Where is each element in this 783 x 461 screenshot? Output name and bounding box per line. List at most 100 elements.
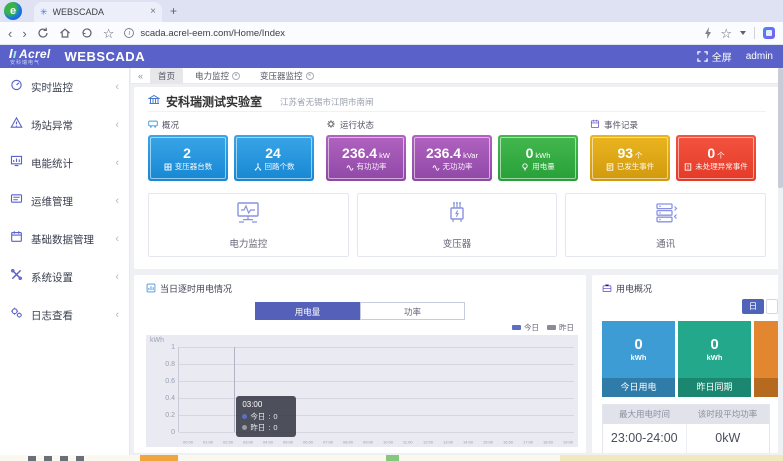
back-icon[interactable]: ‹ <box>8 27 12 40</box>
period-day-button[interactable]: 日 <box>742 299 764 314</box>
stat-card-unhandled-events[interactable]: 0个 未处理异常事件 <box>676 135 756 181</box>
doc-mini-icon <box>606 163 614 171</box>
app-header-right: 全屏 admin <box>697 49 773 64</box>
taskbar-icon[interactable] <box>60 456 68 461</box>
close-circle-icon[interactable]: × <box>306 72 314 80</box>
calendar-icon <box>10 230 23 248</box>
refresh-icon[interactable] <box>37 27 49 39</box>
stat-value: 0 <box>707 145 715 161</box>
nav-card-power-monitor[interactable]: 电力监控 <box>148 193 349 257</box>
stat-unit: kVar <box>463 151 478 160</box>
history-icon[interactable] <box>81 27 93 39</box>
status-gear-icon <box>326 119 336 131</box>
app-title: WEBSCADA <box>65 49 146 64</box>
acrel-logo[interactable]: Acrel 安科瑞电气 <box>10 48 51 66</box>
taskbar-icon[interactable] <box>44 456 52 461</box>
page-scrollbar[interactable] <box>778 68 783 455</box>
sidebar-item-label: 系统设置 <box>31 270 107 285</box>
sidebar-item-label: 场站异常 <box>31 118 107 133</box>
new-tab-button[interactable]: + <box>170 4 177 18</box>
bookmark-star-icon[interactable]: ☆ <box>103 27 115 40</box>
table-header-max-time: 最大用电时间 <box>603 405 686 424</box>
stats-group-overview: 概况 2 变压器台数 24 回路个数 <box>148 119 314 181</box>
stat-card-energy-usage[interactable]: 0kWh 用电量 <box>498 135 578 181</box>
taskbar-strip <box>0 455 783 461</box>
usage-label: 昨日同期 <box>678 378 751 397</box>
doc-tab-power-monitor[interactable]: 电力监控 × <box>187 68 248 84</box>
fullscreen-label: 全屏 <box>712 49 732 64</box>
chart-plot[interactable]: kWh 10.80.60.40.20 00:0001:0002:0003:000… <box>146 335 578 447</box>
nav-card-transformer[interactable]: 变压器 <box>357 193 558 257</box>
stat-card-transformer-count[interactable]: 2 变压器台数 <box>148 135 228 181</box>
stat-unit: 个 <box>635 151 643 160</box>
site-name: 安科瑞测试实验室 <box>166 93 262 110</box>
stat-value: 93 <box>617 145 633 161</box>
fullscreen-button[interactable]: 全屏 <box>697 49 732 64</box>
tab-close-icon[interactable]: × <box>150 7 156 17</box>
doc-tab-transformer-monitor[interactable]: 变压器监控 × <box>252 68 322 84</box>
translate-extension-icon[interactable] <box>763 27 775 39</box>
chevron-left-icon: ‹ <box>115 309 119 321</box>
taskbar-highlight-yellow <box>560 455 783 461</box>
site-address: 江苏省无锡市江阴市南闸 <box>280 96 374 108</box>
stat-card-events-occurred[interactable]: 93个 已发生事件 <box>590 135 670 181</box>
taskbar-icon[interactable] <box>76 456 84 461</box>
sidebar-item-realtime-monitor[interactable]: 实时监控 ‹ <box>0 68 129 106</box>
home-icon[interactable] <box>59 27 71 39</box>
taskbar-icon[interactable] <box>28 456 36 461</box>
sidebar-item-system-settings[interactable]: 系统设置 ‹ <box>0 258 129 296</box>
chart-panel-title: 当日逐时用电情况 <box>160 282 232 295</box>
taskbar-highlight-green[interactable] <box>386 455 399 461</box>
wrench-icon <box>10 268 23 286</box>
stats-group-title: 运行状态 <box>340 119 374 131</box>
usage-card-yesterday[interactable]: 0kWh 昨日同期 <box>678 321 751 397</box>
usage-card-yoy[interactable]: --% 同比 <box>754 321 780 397</box>
chevron-left-icon: ‹ <box>115 157 119 169</box>
stat-value: 236.4 <box>426 145 461 161</box>
period-month-button[interactable] <box>766 299 778 314</box>
today-dot-icon <box>242 414 247 419</box>
chevron-left-icon: ‹ <box>115 195 119 207</box>
page-content: 安科瑞测试实验室 江苏省无锡市江阴市南闸 概况 2 变压器台数 <box>131 84 783 455</box>
url-field[interactable]: i scada.acrel-eem.com/Home/Index <box>124 28 694 39</box>
nav-card-communication[interactable]: 通讯 <box>565 193 766 257</box>
favorite-star-icon[interactable]: ☆ <box>720 27 732 40</box>
collapse-tabs-icon[interactable]: « <box>138 71 143 81</box>
doc-tab-label: 首页 <box>158 70 175 82</box>
forward-icon[interactable]: › <box>22 27 26 40</box>
stat-card-circuit-count[interactable]: 24 回路个数 <box>234 135 314 181</box>
toggle-energy-button[interactable]: 用电量 <box>255 302 360 320</box>
sidebar-item-energy-stats[interactable]: 电能统计 ‹ <box>0 144 129 182</box>
main-area: « 首页 电力监控 × 变压器监控 × 安科瑞测试实验室 江苏省无锡市江阴市南闸 <box>131 68 783 455</box>
transformer-mini-icon <box>164 163 172 171</box>
usage-card-today[interactable]: 0kWh 今日用电 <box>602 321 675 397</box>
legend-yesterday[interactable]: 昨日 <box>547 322 574 333</box>
app-header: Acrel 安科瑞电气 WEBSCADA 全屏 admin <box>0 45 783 68</box>
extensions-caret-icon[interactable] <box>740 31 746 35</box>
stat-card-active-power[interactable]: 236.4kW 有功功率 <box>326 135 406 181</box>
browser-logo-icon[interactable]: e <box>4 2 22 20</box>
gears-icon <box>10 306 23 324</box>
legend-label: 今日 <box>524 323 539 332</box>
scrollbar-thumb[interactable] <box>778 68 783 188</box>
page-info-icon[interactable]: i <box>124 28 134 38</box>
user-menu[interactable]: admin <box>746 51 773 62</box>
sidebar-item-base-data[interactable]: 基础数据管理 ‹ <box>0 220 129 258</box>
alert-icon <box>10 116 23 134</box>
legend-today[interactable]: 今日 <box>512 322 539 333</box>
doc-tab-home[interactable]: 首页 <box>150 68 183 84</box>
sidebar-item-ops-management[interactable]: 运维管理 ‹ <box>0 182 129 220</box>
lightning-extension-icon[interactable] <box>704 27 712 39</box>
table-value-avg-power: 0kW <box>687 424 770 453</box>
taskbar-highlight-orange[interactable] <box>140 455 178 461</box>
transformer-icon <box>442 200 472 231</box>
site-favicon-icon: ✳ <box>40 8 48 17</box>
yesterday-dot-icon <box>242 425 247 430</box>
toggle-power-button[interactable]: 功率 <box>360 302 465 320</box>
close-circle-icon[interactable]: × <box>232 72 240 80</box>
sidebar-item-log-view[interactable]: 日志查看 ‹ <box>0 296 129 334</box>
browser-tab[interactable]: ✳ WEBSCADA × <box>34 2 162 22</box>
stat-label: 回路个数 <box>265 163 295 171</box>
sidebar-item-station-abnormal[interactable]: 场站异常 ‹ <box>0 106 129 144</box>
stat-card-reactive-power[interactable]: 236.4kVar 无功功率 <box>412 135 492 181</box>
